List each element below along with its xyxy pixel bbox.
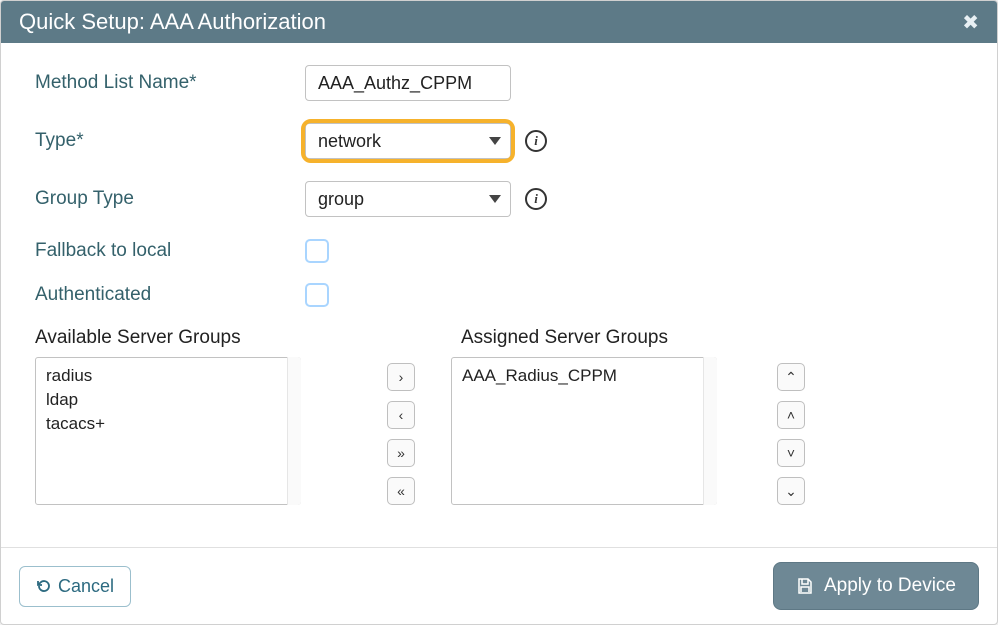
row-type: Type* network i: [35, 123, 963, 159]
info-icon[interactable]: i: [525, 188, 547, 210]
row-method-list-name: Method List Name*: [35, 65, 963, 101]
chevron-down-icon: [489, 137, 501, 145]
checkbox-fallback[interactable]: [305, 239, 329, 263]
move-top-button[interactable]: ⌃: [777, 363, 805, 391]
label-available-groups: Available Server Groups: [35, 327, 421, 349]
remove-all-button[interactable]: «: [387, 477, 415, 505]
remove-button[interactable]: ‹: [387, 401, 415, 429]
dialog-footer: Cancel Apply to Device: [1, 547, 997, 624]
dialog-body: Method List Name* Type* network i Group …: [1, 43, 997, 547]
select-group-type-value: group: [318, 189, 364, 210]
apply-label: Apply to Device: [824, 575, 956, 597]
row-group-type: Group Type group i: [35, 181, 963, 217]
close-icon[interactable]: ✖: [962, 10, 979, 35]
list-item[interactable]: ldap: [46, 388, 290, 412]
label-authenticated: Authenticated: [35, 284, 305, 306]
order-buttons: ⌃ ˄ ˅ ⌄: [777, 363, 805, 505]
add-all-button[interactable]: »: [387, 439, 415, 467]
label-assigned-groups: Assigned Server Groups: [461, 327, 668, 349]
listbox-available[interactable]: radiusldaptacacs+: [35, 357, 301, 505]
listbox-available-wrap: radiusldaptacacs+: [35, 357, 301, 505]
transfer-panel: radiusldaptacacs+ › ‹ » « AAA_Radius_CPP…: [35, 357, 963, 505]
row-authenticated: Authenticated: [35, 283, 963, 307]
move-up-button[interactable]: ˄: [777, 401, 805, 429]
scrollbar[interactable]: [287, 357, 301, 505]
checkbox-authenticated[interactable]: [305, 283, 329, 307]
listbox-assigned[interactable]: AAA_Radius_CPPM: [451, 357, 717, 505]
list-item[interactable]: AAA_Radius_CPPM: [462, 364, 706, 388]
titlebar: Quick Setup: AAA Authorization ✖: [1, 1, 997, 43]
label-group-type: Group Type: [35, 188, 305, 210]
label-type: Type*: [35, 130, 305, 152]
cancel-label: Cancel: [58, 576, 114, 597]
transfer-buttons: › ‹ » «: [387, 363, 415, 505]
apply-to-device-button[interactable]: Apply to Device: [773, 562, 979, 610]
add-button[interactable]: ›: [387, 363, 415, 391]
row-fallback: Fallback to local: [35, 239, 963, 263]
select-type-value: network: [318, 131, 381, 152]
save-icon: [796, 577, 814, 595]
dialog-title: Quick Setup: AAA Authorization: [19, 9, 326, 35]
list-item[interactable]: tacacs+: [46, 412, 290, 436]
select-group-type[interactable]: group: [305, 181, 511, 217]
cancel-button[interactable]: Cancel: [19, 566, 131, 607]
scrollbar[interactable]: [703, 357, 717, 505]
info-icon[interactable]: i: [525, 130, 547, 152]
server-groups-headers: Available Server Groups Assigned Server …: [35, 327, 963, 349]
select-type[interactable]: network: [305, 123, 511, 159]
chevron-down-icon: [489, 195, 501, 203]
move-bottom-button[interactable]: ⌄: [777, 477, 805, 505]
list-item[interactable]: radius: [46, 364, 290, 388]
label-method-list-name: Method List Name*: [35, 72, 305, 94]
move-down-button[interactable]: ˅: [777, 439, 805, 467]
input-method-list-name[interactable]: [305, 65, 511, 101]
dialog-aaa-authorization: Quick Setup: AAA Authorization ✖ Method …: [0, 0, 998, 625]
label-fallback: Fallback to local: [35, 240, 305, 262]
listbox-assigned-wrap: AAA_Radius_CPPM: [451, 357, 717, 505]
undo-icon: [36, 578, 52, 594]
